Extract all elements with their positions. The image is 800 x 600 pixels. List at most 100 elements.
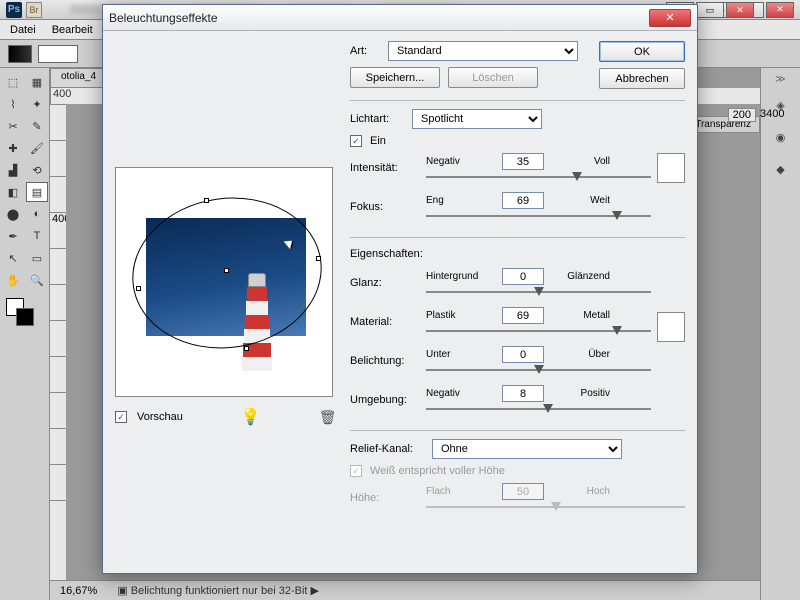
dialog-close-button[interactable]: ✕ [649, 9, 691, 27]
path-tool-icon[interactable]: ↖ [2, 248, 24, 268]
intensity-input[interactable] [502, 153, 544, 170]
light-handle-right[interactable] [316, 256, 321, 261]
delete-button[interactable]: Löschen [448, 67, 538, 88]
type-tool-icon[interactable]: T [26, 226, 48, 246]
style-label: Art: [350, 45, 380, 57]
preview-canvas[interactable] [115, 167, 333, 397]
intensity-slider[interactable] [426, 172, 651, 182]
heal-tool-icon[interactable]: ✚ [2, 138, 24, 158]
blur-tool-icon[interactable]: ⬤ [2, 204, 24, 224]
material-max-label: Metall [550, 310, 610, 321]
brush-tool-icon[interactable]: 🖌 [26, 138, 48, 158]
ambience-input[interactable] [502, 385, 544, 402]
gradient-swatch[interactable] [8, 45, 32, 63]
light-handle-top[interactable] [204, 198, 209, 203]
exposure-min-label: Unter [426, 349, 496, 360]
lasso-tool-icon[interactable]: ⌇ [2, 94, 24, 114]
height-label: Höhe: [350, 492, 420, 504]
lighttype-label: Lichtart: [350, 113, 404, 125]
crop-tool-icon[interactable]: ✂ [2, 116, 24, 136]
lighting-effects-dialog: Beleuchtungseffekte ✕ [102, 4, 698, 574]
doc-maximize-button[interactable]: ▭ [696, 2, 724, 18]
document-tab[interactable]: otolia_4 [50, 68, 107, 88]
eraser-tool-icon[interactable]: ◧ [2, 182, 24, 202]
gloss-min-label: Hintergrund [426, 271, 496, 282]
gradient-tool-icon[interactable]: ▤ [26, 182, 48, 202]
material-label: Material: [350, 316, 420, 328]
ambient-color-swatch[interactable] [657, 312, 685, 342]
white-high-label: Weiß entspricht voller Höhe [370, 465, 505, 477]
ambience-min-label: Negativ [426, 388, 496, 399]
focus-input[interactable] [502, 192, 544, 209]
focus-max-label: Weit [550, 195, 610, 206]
zoom-tool-icon[interactable]: 🔍 [26, 270, 48, 290]
new-light-icon[interactable]: 💡 [241, 407, 261, 427]
focus-label: Fokus: [350, 201, 420, 213]
ambience-label: Umgebung: [350, 394, 420, 406]
exposure-max-label: Über [550, 349, 610, 360]
hand-tool-icon[interactable]: ✋ [2, 270, 24, 290]
stamp-tool-icon[interactable]: ▟ [2, 160, 24, 180]
intensity-label: Intensität: [350, 162, 420, 174]
light-handle-bottom[interactable] [244, 346, 249, 351]
ruler-vertical: 400 [50, 104, 66, 580]
paths-panel-icon[interactable]: ◆ [769, 157, 793, 181]
light-handle-left[interactable] [136, 286, 141, 291]
exposure-label: Belichtung: [350, 355, 420, 367]
eyedropper-tool-icon[interactable]: ✎ [26, 116, 48, 136]
preview-checkbox[interactable]: ✓ [115, 411, 127, 423]
lighttype-select[interactable]: Spotlicht [412, 109, 542, 129]
exposure-slider[interactable] [426, 365, 651, 375]
ok-button[interactable]: OK [599, 41, 685, 62]
history-brush-icon[interactable]: ⟲ [26, 160, 48, 180]
wand-tool-icon[interactable]: ✦ [26, 94, 48, 114]
foreground-background-swatch[interactable] [2, 296, 48, 330]
right-panel-dock: ≫ ◈ ◉ ◆ [760, 68, 800, 600]
gloss-label: Glanz: [350, 277, 420, 289]
menu-edit[interactable]: Bearbeit [52, 24, 93, 36]
light-color-swatch[interactable] [657, 153, 685, 183]
height-slider [426, 502, 685, 512]
texture-channel-label: Relief-Kanal: [350, 443, 424, 455]
texture-channel-select[interactable]: Ohne [432, 439, 622, 459]
gloss-max-label: Glänzend [550, 271, 610, 282]
doc-close-button[interactable]: ✕ [726, 2, 754, 18]
material-input[interactable] [502, 307, 544, 324]
status-bar: 16,67% ▣ Belichtung funktioniert nur bei… [50, 580, 760, 600]
pen-tool-icon[interactable]: ✒ [2, 226, 24, 246]
channels-panel-icon[interactable]: ◉ [769, 125, 793, 149]
cancel-button[interactable]: Abbrechen [599, 68, 685, 89]
bridge-icon[interactable]: Br [26, 2, 42, 18]
focus-min-label: Eng [426, 195, 496, 206]
marquee-tool-icon[interactable]: ▦ [26, 72, 48, 92]
on-label: Ein [370, 135, 386, 147]
exposure-input[interactable] [502, 346, 544, 363]
move-tool-icon[interactable]: ⬚ [2, 72, 24, 92]
style-select[interactable]: Standard [388, 41, 578, 61]
ruler-mark: 200 [728, 108, 756, 122]
intensity-min-label: Negativ [426, 156, 496, 167]
delete-light-icon[interactable]: 🗑 [319, 409, 337, 426]
preview-label: Vorschau [137, 411, 183, 423]
menu-file[interactable]: Datei [10, 24, 36, 36]
photoshop-logo-icon: Ps [6, 2, 22, 18]
dialog-titlebar[interactable]: Beleuchtungseffekte ✕ [103, 5, 697, 31]
shape-tool-icon[interactable]: ▭ [26, 248, 48, 268]
close-button[interactable]: ✕ [766, 2, 794, 18]
gloss-slider[interactable] [426, 287, 651, 297]
light-center-handle[interactable] [224, 268, 229, 273]
dodge-tool-icon[interactable]: ◐ [26, 204, 48, 224]
ambience-slider[interactable] [426, 404, 651, 414]
save-button[interactable]: Speichern... [350, 67, 440, 88]
material-slider[interactable] [426, 326, 651, 336]
zoom-level[interactable]: 16,67% [60, 585, 97, 597]
height-input [502, 483, 544, 500]
on-checkbox[interactable]: ✓ [350, 135, 362, 147]
white-high-checkbox: ✓ [350, 465, 362, 477]
dialog-title: Beleuchtungseffekte [109, 11, 218, 25]
color-swatch[interactable] [38, 45, 78, 63]
tools-panel: ⬚ ▦ ⌇ ✦ ✂ ✎ ✚ 🖌 ▟ ⟲ ◧ ▤ ⬤ ◐ ✒ T ↖ ▭ ✋ 🔍 [0, 68, 50, 600]
gloss-input[interactable] [502, 268, 544, 285]
height-min-label: Flach [426, 486, 496, 497]
focus-slider[interactable] [426, 211, 651, 221]
